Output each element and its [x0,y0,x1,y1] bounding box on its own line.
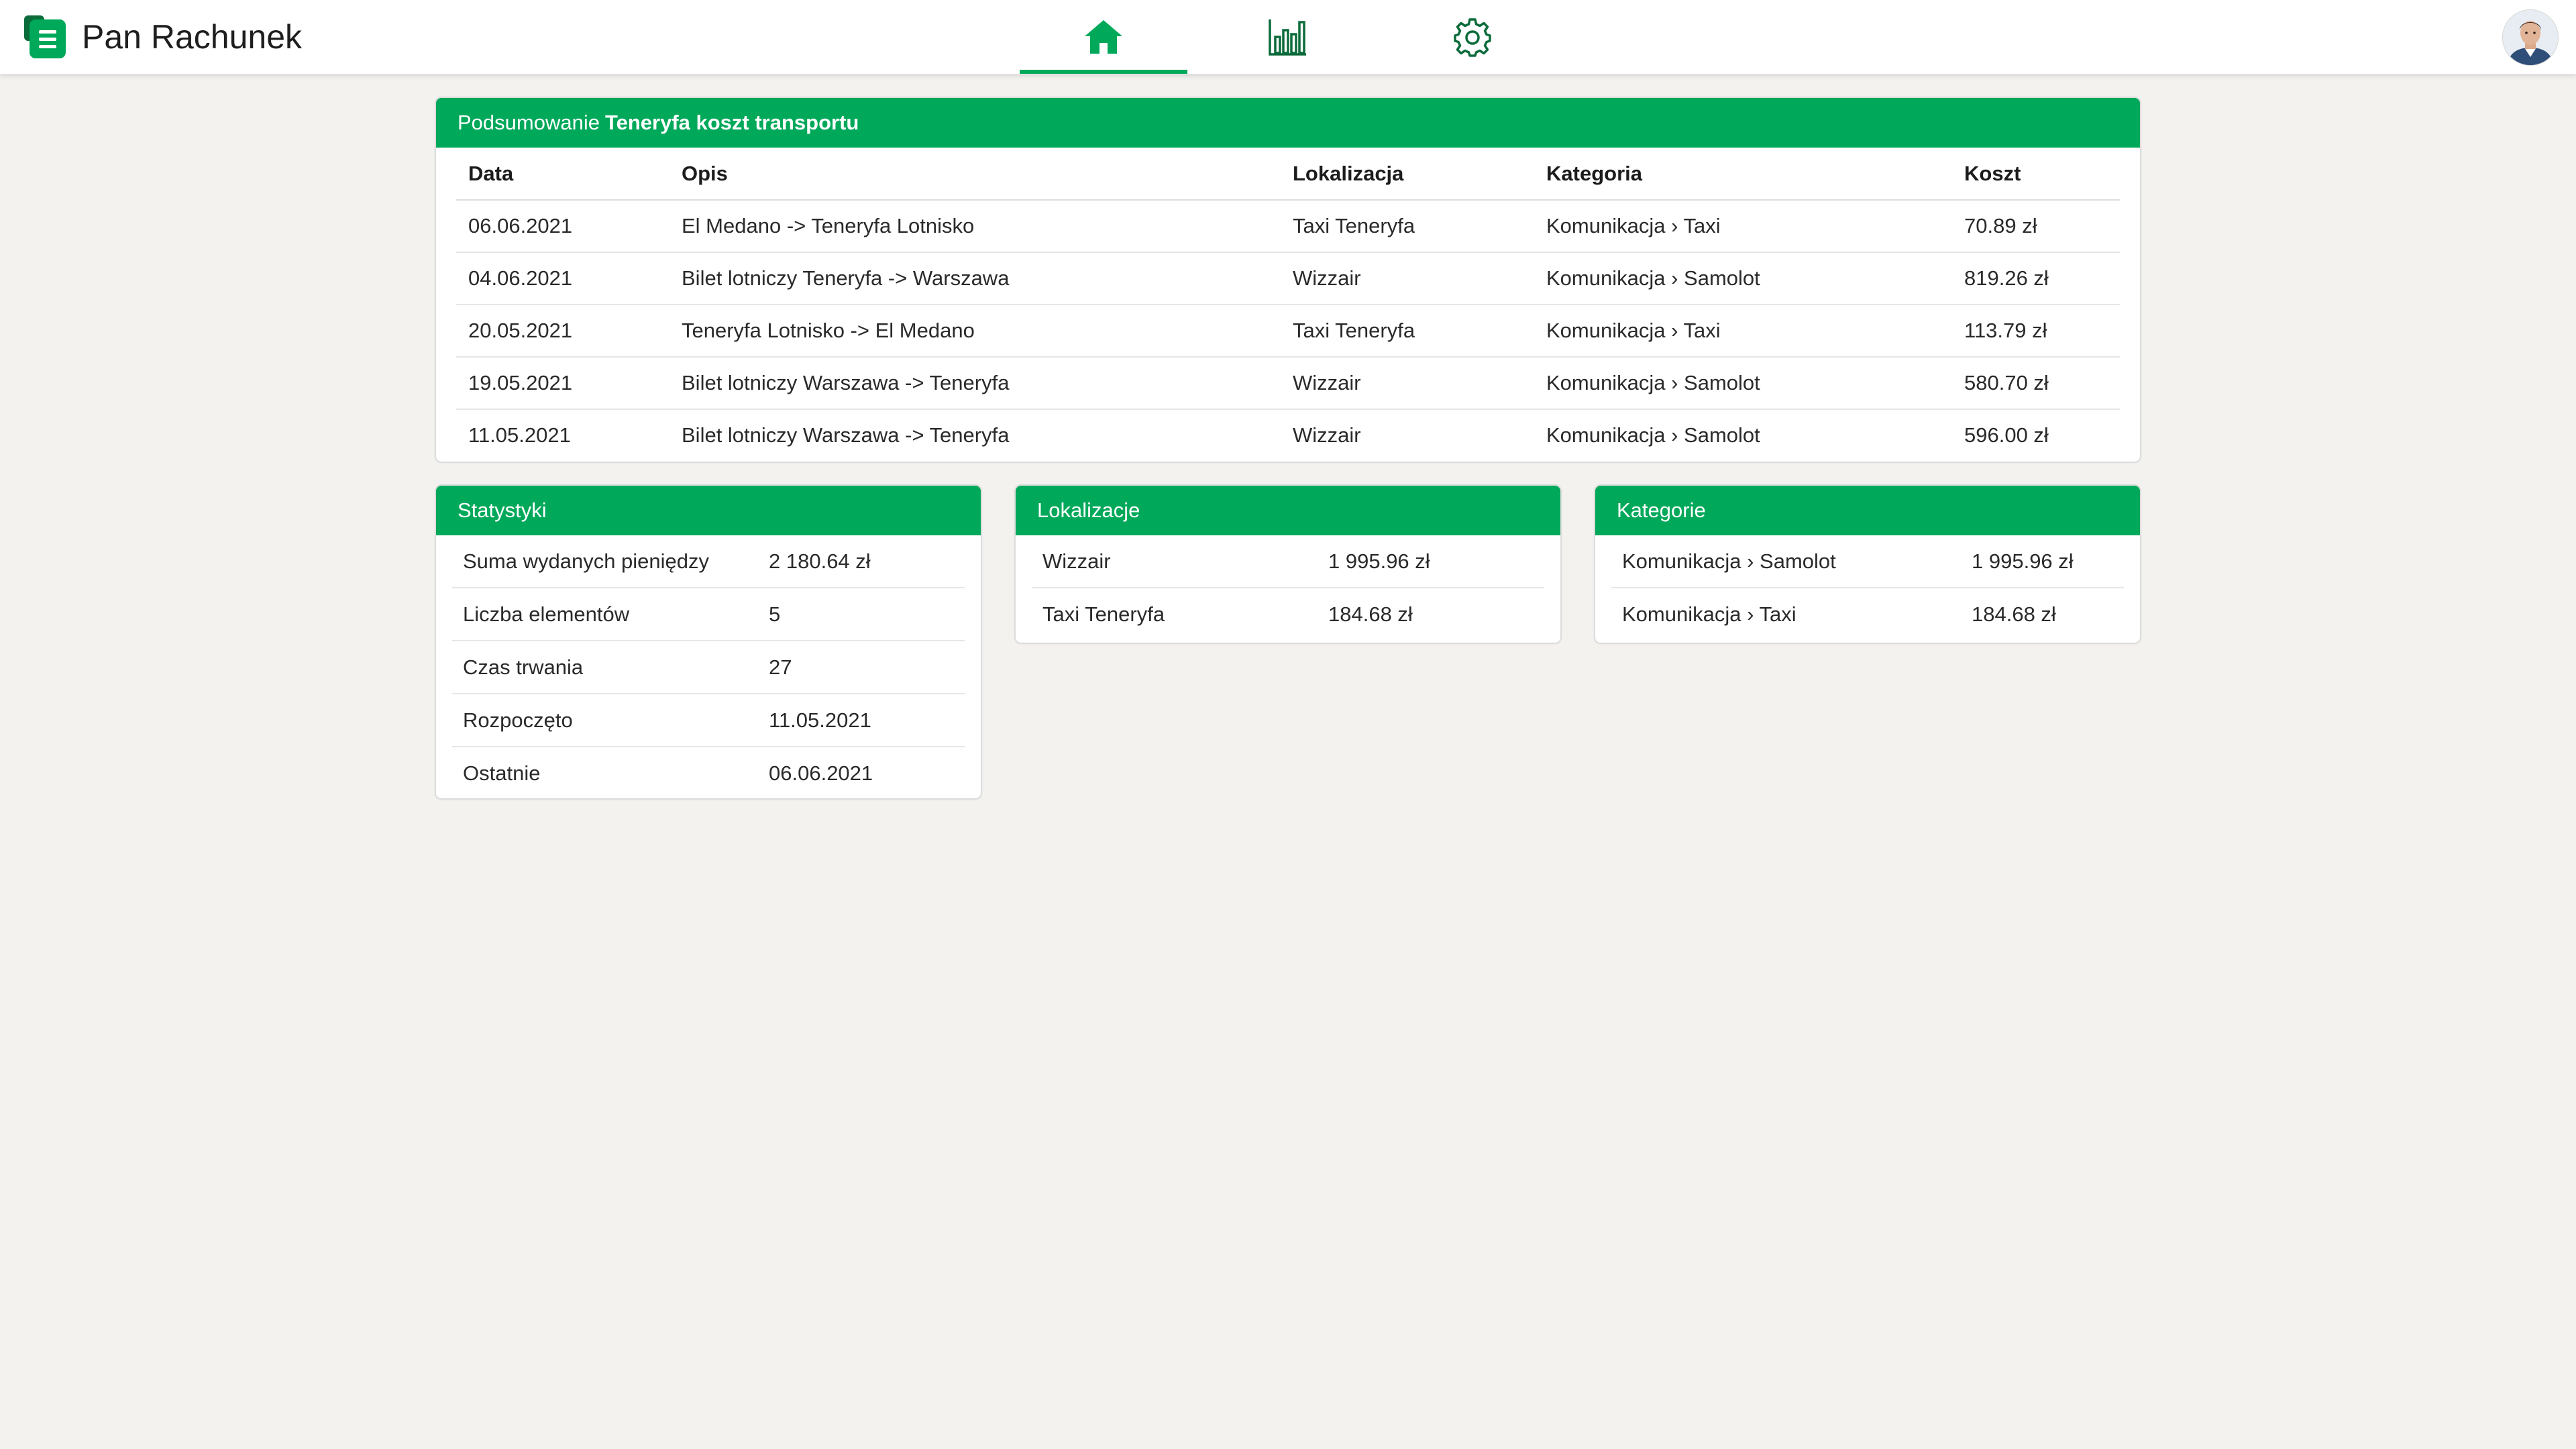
location-row: Wizzair 1 995.96 zł [1032,535,1544,588]
cell-location: Wizzair [1293,423,1361,447]
statistics-header: Statystyki [436,486,981,535]
location-row: Taxi Teneryfa 184.68 zł [1032,588,1544,640]
main-nav [1020,0,1556,74]
cell-description: El Medano -> Teneryfa Lotnisko [669,200,1281,253]
category-total: 184.68 zł [1972,602,2056,626]
cell-date: 11.05.2021 [468,423,571,447]
column-header-cost[interactable]: Koszt [1952,148,2120,201]
location-name: Taxi Teneryfa [1042,602,1165,626]
cell-cost: 113.79 zł [1952,305,2120,358]
locations-table: Wizzair 1 995.96 zł Taxi Teneryfa 184.68… [1032,535,1544,640]
cell-location: Taxi Teneryfa [1281,200,1534,253]
cell-cost: 580.70 zł [1952,357,2120,410]
cell-location: Wizzair [1281,357,1534,410]
cell-category: Komunikacja › Samolot [1534,357,1952,410]
stat-row: Suma wydanych pieniędzy 2 180.64 zł [452,535,965,588]
cell-date: 06.06.2021 [456,200,669,253]
category-row: Komunikacja › Samolot 1 995.96 zł [1611,535,2124,588]
table-header-row: Data Opis Lokalizacja Kategoria Koszt [456,148,2120,201]
category-row: Komunikacja › Taxi 184.68 zł [1611,588,2124,640]
location-total: 184.68 zł [1328,602,1413,626]
summary-header: Podsumowanie Teneryfa koszt transportu [436,98,2140,148]
cell-cost: 70.89 zł [1952,200,2120,253]
stat-row: Ostatnie 06.06.2021 [452,747,965,798]
column-header-description[interactable]: Opis [669,148,1281,201]
expenses-table: Data Opis Lokalizacja Kategoria Koszt 06… [456,148,2120,461]
locations-card: Lokalizacje Wizzair 1 995.96 zł Taxi Ten… [1014,484,1562,644]
stat-label: Suma wydanych pieniędzy [452,535,758,588]
brand[interactable]: Pan Rachunek [23,15,302,59]
bar-chart-icon [1269,19,1306,56]
table-row[interactable]: 04.06.2021 Bilet lotniczy Teneryfa -> Wa… [456,252,2120,305]
cell-date: 04.06.2021 [456,252,669,305]
table-row[interactable]: 20.05.2021 Teneryfa Lotnisko -> El Medan… [456,305,2120,358]
cell-location: Taxi Teneryfa [1281,305,1534,358]
gear-icon [1454,18,1491,57]
column-header-date[interactable]: Data [456,148,669,201]
stat-value: 11.05.2021 [758,694,965,747]
cell-description: Bilet lotniczy Warszawa -> Teneryfa [669,357,1281,410]
stat-label: Czas trwania [452,641,758,694]
stat-label: Ostatnie [463,761,541,785]
locations-header: Lokalizacje [1016,486,1560,535]
tab-home[interactable] [1020,0,1187,74]
column-header-category[interactable]: Kategoria [1534,148,1952,201]
user-avatar-icon[interactable] [2502,9,2559,66]
table-row[interactable]: 19.05.2021 Bilet lotniczy Warszawa -> Te… [456,357,2120,410]
column-header-location[interactable]: Lokalizacja [1281,148,1534,201]
summary-header-prefix: Podsumowanie [458,111,600,134]
app-title: Pan Rachunek [82,18,303,56]
statistics-card: Statystyki Suma wydanych pieniędzy 2 180… [435,484,982,800]
cell-date: 19.05.2021 [456,357,669,410]
cell-cost: 596.00 zł [1964,423,2049,447]
cell-category: Komunikacja › Taxi [1534,200,1952,253]
stat-value: 2 180.64 zł [758,535,965,588]
location-total: 1 995.96 zł [1318,535,1544,588]
stat-label: Liczba elementów [452,588,758,641]
location-name: Wizzair [1032,535,1318,588]
top-bar: Pan Rachunek [0,0,2576,74]
cell-description: Bilet lotniczy Warszawa -> Teneryfa [682,423,1010,447]
category-name: Komunikacja › Samolot [1611,535,1961,588]
tab-settings[interactable] [1389,0,1556,74]
cell-description: Teneryfa Lotnisko -> El Medano [669,305,1281,358]
stat-value: 06.06.2021 [769,761,873,785]
summary-card: Podsumowanie Teneryfa koszt transportu D… [435,97,2141,463]
stat-row: Czas trwania 27 [452,641,965,694]
cell-category: Komunikacja › Samolot [1534,252,1952,305]
category-total: 1 995.96 zł [1961,535,2124,588]
statistics-table: Suma wydanych pieniędzy 2 180.64 zł Licz… [452,535,965,798]
category-name: Komunikacja › Taxi [1622,602,1796,626]
home-icon [1085,20,1122,54]
stat-row: Liczba elementów 5 [452,588,965,641]
stat-label: Rozpoczęto [452,694,758,747]
cell-category: Komunikacja › Taxi [1534,305,1952,358]
cell-cost: 819.26 zł [1952,252,2120,305]
receipt-logo-icon [23,14,68,60]
stat-row: Rozpoczęto 11.05.2021 [452,694,965,747]
table-row[interactable]: 11.05.2021 Bilet lotniczy Warszawa -> Te… [456,409,2120,461]
cell-date: 20.05.2021 [456,305,669,358]
cell-category: Komunikacja › Samolot [1546,423,1760,447]
cell-location: Wizzair [1281,252,1534,305]
table-row[interactable]: 06.06.2021 El Medano -> Teneryfa Lotnisk… [456,200,2120,253]
tab-statistics[interactable] [1204,0,1372,74]
cell-description: Bilet lotniczy Teneryfa -> Warszawa [669,252,1281,305]
summary-header-name: Teneryfa koszt transportu [604,111,859,134]
stat-value: 5 [758,588,965,641]
categories-header: Kategorie [1595,486,2140,535]
categories-table: Komunikacja › Samolot 1 995.96 zł Komuni… [1611,535,2124,640]
stat-value: 27 [758,641,965,694]
categories-card: Kategorie Komunikacja › Samolot 1 995.96… [1594,484,2141,644]
